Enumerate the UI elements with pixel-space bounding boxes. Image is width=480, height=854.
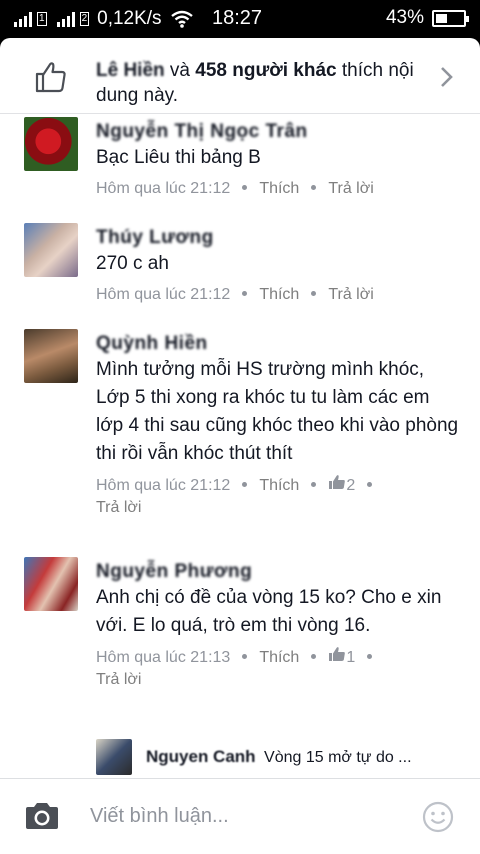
comment-meta: Hôm qua lúc 21:12 Thích 2 Trả lời [96, 474, 460, 519]
like-action[interactable]: Thích [259, 475, 299, 497]
camera-icon[interactable] [24, 801, 60, 831]
comment-text: Bạc Liêu thi bảng B [96, 147, 261, 168]
status-bar: 1 2 0,12K/s 18:27 43% [0, 0, 480, 38]
sim-1-icon: 1 [37, 12, 47, 26]
reply-action[interactable]: Trả lời [96, 669, 141, 691]
comment-author[interactable]: Nguyễn Phương [96, 559, 460, 584]
reply-author[interactable]: Nguyen Canh [146, 747, 256, 766]
reply-action[interactable]: Trả lời [328, 284, 373, 306]
wifi-icon [170, 10, 193, 28]
reply-preview[interactable]: Nguyen Canh Vòng 15 mở tự do ... [0, 739, 480, 783]
reply-text: Vòng 15 mở tự do ... [264, 749, 412, 766]
comment-author[interactable]: Nguyễn Thị Ngọc Trân [96, 119, 460, 144]
status-right: 43% [385, 7, 469, 29]
reply-action[interactable]: Trả lời [328, 178, 373, 200]
thumbs-up-icon [329, 647, 346, 661]
comment-item: Quỳnh Hiền Mình tưởng mỗi HS trường mình… [0, 327, 480, 555]
signal-1-icon [14, 11, 32, 27]
status-time: 18:27 [212, 7, 263, 29]
comment-meta: Hôm qua lúc 21:13 Thích 1 Trả lời [96, 646, 460, 691]
reply-action[interactable]: Trả lời [96, 497, 141, 519]
like-count: 1 [346, 649, 356, 666]
comment-author[interactable]: Quỳnh Hiền [96, 331, 460, 356]
liker-name[interactable]: Lê Hiền [96, 60, 165, 81]
sim-2-icon: 2 [79, 12, 90, 26]
comment-text: Mình tưởng mỗi HS trường mình khóc, Lớp … [96, 359, 459, 464]
comment-text: 270 c ah [96, 253, 169, 274]
comment-text: Anh chị có đề của vòng 15 ko? Cho e xin … [96, 587, 442, 636]
likes-summary[interactable]: Lê Hiền và 458 người khác thích nội dung… [0, 38, 480, 114]
likes-conj: và [164, 60, 196, 81]
comment-time: Hôm qua lúc 21:12 [96, 286, 231, 303]
chevron-right-icon[interactable] [440, 66, 454, 88]
comment-item: Nguyễn Thị Ngọc Trân Bạc Liêu thi bảng B… [0, 115, 480, 221]
comment-meta: Hôm qua lúc 21:12 Thích Trả lời [96, 178, 460, 200]
comment-time: Hôm qua lúc 21:12 [96, 477, 231, 494]
comment-list: Nguyễn Thị Ngọc Trân Bạc Liêu thi bảng B… [0, 115, 480, 783]
comment-like-count: 2 [328, 474, 355, 497]
comment-meta: Hôm qua lúc 21:12 Thích Trả lời [96, 284, 460, 306]
like-count: 2 [346, 477, 356, 494]
net-speed: 0,12K/s [97, 8, 162, 29]
thumbs-up-icon [329, 475, 346, 489]
avatar[interactable] [24, 557, 78, 611]
battery-icon [432, 9, 469, 27]
comment-time: Hôm qua lúc 21:13 [96, 649, 231, 666]
likes-others[interactable]: 458 người khác [195, 60, 336, 81]
comments-panel: Lê Hiền và 458 người khác thích nội dung… [0, 38, 480, 854]
comment-item: Thúy Lương 270 c ah Hôm qua lúc 21:12 Thí… [0, 221, 480, 327]
comment-time: Hôm qua lúc 21:12 [96, 180, 231, 197]
comment-item: Nguyễn Phương Anh chị có đề của vòng 15 … [0, 555, 480, 739]
like-action[interactable]: Thích [259, 647, 299, 669]
thumbs-up-outline-icon [35, 62, 66, 93]
reply-avatar [96, 739, 132, 775]
like-action[interactable]: Thích [259, 284, 299, 306]
battery-percent: 43% [385, 7, 424, 28]
like-action[interactable]: Thích [259, 178, 299, 200]
avatar[interactable] [24, 117, 78, 171]
comment-like-count: 1 [328, 646, 355, 669]
comment-composer: Viết bình luận... [0, 778, 480, 854]
comment-author[interactable]: Thúy Lương [96, 225, 460, 250]
avatar[interactable] [24, 329, 78, 383]
smiley-icon[interactable] [422, 801, 454, 833]
signal-2-icon [56, 11, 75, 27]
comment-input[interactable]: Viết bình luận... [90, 805, 229, 828]
status-left: 1 2 0,12K/s [14, 8, 194, 30]
avatar[interactable] [24, 223, 78, 277]
likes-text: Lê Hiền và 458 người khác thích nội dung… [96, 58, 426, 108]
